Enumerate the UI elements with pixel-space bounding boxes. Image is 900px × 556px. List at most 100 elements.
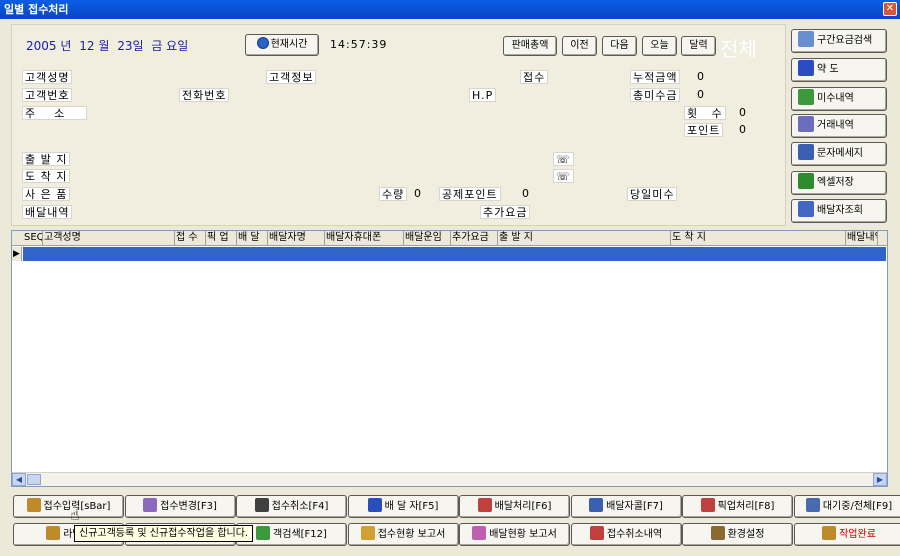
action-button-label: 배달처리[F6]	[494, 501, 552, 512]
side-button-label: 미수내역	[817, 93, 854, 104]
accum-amount-value: 0	[697, 70, 704, 83]
column-header[interactable]: 배달자명	[268, 231, 325, 246]
horizontal-scrollbar[interactable]: ◀ ▶	[12, 472, 887, 486]
side-button-money-bag[interactable]: 미수내역	[791, 87, 887, 111]
window-title: 일별 접수처리	[4, 3, 69, 16]
column-header[interactable]: 출 발 지	[498, 231, 671, 246]
tooltip: 신규고객등록 및 신규접수작업을 합니다.	[74, 525, 254, 542]
gift-label: 사 은 품	[22, 187, 71, 201]
next-button[interactable]: 다음	[602, 36, 637, 56]
count-value: 0	[739, 106, 746, 119]
action-button-list[interactable]: 대기중/전체[F9]	[793, 495, 900, 518]
side-button-people[interactable]: 배달자조회	[791, 199, 887, 223]
date-year: 2005 년	[26, 39, 72, 53]
destination-label: 도 착 지	[22, 169, 71, 183]
point-label: 포인트	[684, 123, 724, 137]
side-button-message[interactable]: 문자메세지	[791, 142, 887, 166]
search-people-icon	[798, 31, 814, 47]
column-header[interactable]: 배달운임	[404, 231, 451, 246]
side-button-search-people[interactable]: 구간요금검색	[791, 29, 887, 53]
side-button-label: 문자메세지	[817, 148, 863, 159]
side-button-label: 약 도	[817, 64, 839, 75]
action-button-person[interactable]: 배 달 자[F5]	[347, 495, 459, 518]
receipt-grid[interactable]: SEQ 고객성명 접 수픽 업배 달 배달자명 배달자휴대폰 배달운임 추가요금 출 발 지도…	[11, 230, 888, 487]
current-time-label: 현재시간	[270, 39, 308, 50]
date-month: 12 월	[79, 39, 110, 53]
entry-icon	[26, 498, 41, 512]
action-button-pickup[interactable]: 픽업처리[F8]	[682, 495, 793, 518]
customer-name-label: 고객성명	[22, 70, 73, 84]
delivery-detail-label: 배달내역	[22, 205, 73, 219]
side-button-label: 엑셀저장	[817, 177, 854, 188]
process-icon	[477, 498, 492, 512]
point-value: 0	[739, 123, 746, 136]
column-header[interactable]: 배달자휴대폰	[325, 231, 404, 246]
action-button-disk-cancel[interactable]: 접수취소[F4]	[236, 495, 347, 518]
column-header[interactable]: 고객성명	[43, 231, 175, 246]
printer-icon	[46, 526, 61, 540]
report-icon	[360, 526, 375, 540]
action-button-report[interactable]: 접수현황 보고서	[347, 523, 459, 546]
search-icon	[256, 526, 271, 540]
action-button-label: 접수취소내역	[606, 529, 663, 540]
grid-header: SEQ 고객성명 접 수픽 업배 달 배달자명 배달자휴대폰 배달운임 추가요금 출 발 지도…	[12, 231, 887, 246]
calendar-button[interactable]: 달력	[681, 36, 716, 56]
side-button-excel[interactable]: 엑셀저장	[791, 171, 887, 195]
customer-no-label: 고객번호	[22, 88, 73, 102]
address-label: 주 소	[22, 106, 87, 120]
action-button-entry[interactable]: 접수입력[sBar]	[13, 495, 124, 518]
action-button-label: 작업완료	[839, 529, 876, 540]
hand-cursor-icon: ☝	[70, 505, 80, 524]
action-button-settings[interactable]: 환경설정	[682, 523, 793, 546]
close-button[interactable]: ✕	[883, 2, 897, 16]
report2-icon	[472, 526, 487, 540]
total-unpaid-value: 0	[697, 88, 704, 101]
date-display: 2005 년 12 월 23일 금 요일	[26, 37, 192, 54]
scroll-thumb[interactable]	[27, 474, 41, 485]
action-button-exit-door[interactable]: 작업완료	[793, 523, 900, 546]
current-time-button[interactable]: 현재시간	[245, 34, 319, 56]
column-header[interactable]: 접 수	[175, 231, 206, 246]
date-weekday: 금 요일	[151, 39, 189, 53]
qty-label: 수량	[379, 187, 408, 201]
column-header[interactable]: 배 달	[237, 231, 268, 246]
scroll-left-icon[interactable]: ◀	[12, 473, 26, 486]
cancel-list-icon	[589, 526, 604, 540]
action-button-label: 배달자콜[F7]	[606, 501, 663, 512]
disk-cancel-icon	[254, 498, 269, 512]
action-button-label: 환경설정	[727, 529, 765, 540]
column-header[interactable]: SEQ	[23, 231, 43, 246]
hp-label: H.P	[469, 88, 497, 102]
window-titlebar: 일별 접수처리 ✕	[0, 0, 900, 19]
action-button-call[interactable]: 배달자콜[F7]	[570, 495, 682, 518]
date-day: 23일	[117, 39, 144, 53]
phone-label: 전화번호	[179, 88, 230, 102]
origin-phone-icon: ☏	[553, 152, 574, 166]
side-button-map[interactable]: 약 도	[791, 58, 887, 82]
customer-info-label: 고객정보	[266, 70, 317, 84]
action-button-process[interactable]: 배달처리[F6]	[459, 495, 570, 518]
call-icon	[589, 498, 604, 512]
action-button-cancel-list[interactable]: 접수취소내역	[570, 523, 682, 546]
origin-label: 출 발 지	[22, 152, 71, 166]
column-header[interactable]: 도 착 지	[671, 231, 846, 246]
side-button-label: 배달자조회	[817, 205, 863, 216]
receipt-label: 접수	[520, 70, 549, 84]
side-button-label: 구간요금검색	[817, 35, 873, 46]
action-button-report2[interactable]: 배달현황 보고서	[459, 523, 570, 546]
prev-button[interactable]: 이전	[562, 36, 597, 56]
column-header[interactable]: 배달내역	[846, 231, 878, 246]
today-unpaid-label: 당일미수	[627, 187, 678, 201]
sales-total-button[interactable]: 판매총액	[503, 36, 557, 56]
scroll-right-icon[interactable]: ▶	[873, 473, 887, 486]
side-button-receipt[interactable]: 거래내역	[791, 114, 887, 138]
selected-row[interactable]	[23, 247, 886, 261]
people-icon	[798, 201, 814, 217]
column-header[interactable]: 픽 업	[206, 231, 237, 246]
action-button-edit[interactable]: 접수변경[F3]	[124, 495, 236, 518]
today-button[interactable]: 오늘	[642, 36, 677, 56]
column-header[interactable]: 추가요금	[451, 231, 498, 246]
accum-amount-label: 누적금액	[630, 70, 681, 84]
action-button-label: 배달현황 보고서	[489, 529, 557, 540]
person-icon	[367, 498, 382, 512]
